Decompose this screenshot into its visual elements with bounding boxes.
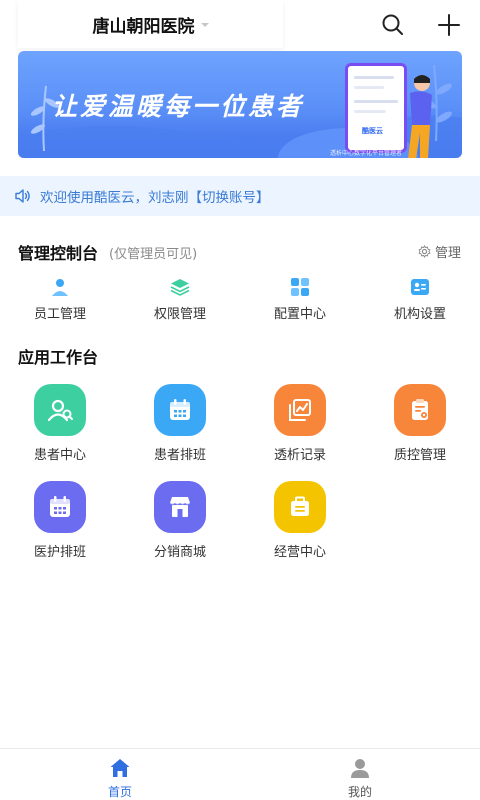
top-header: 唐山朝阳医院 <box>0 0 480 50</box>
app-icon-bg <box>274 384 326 436</box>
app-label: 分销商城 <box>153 545 206 560</box>
app-label: 透析记录 <box>273 448 326 463</box>
layers-icon <box>170 279 190 296</box>
app-icon-bg <box>34 481 86 533</box>
tab-label: 首页 <box>107 785 132 799</box>
app-icon-bg <box>154 384 206 436</box>
app-label: 质控管理 <box>393 448 446 463</box>
phone-logo: 酷医云 <box>362 127 383 135</box>
admin-item-label: 配置中心 <box>273 307 326 322</box>
admin-item-label: 员工管理 <box>33 307 86 322</box>
app-staff-schedule[interactable]: 医护排班 <box>0 481 120 560</box>
gear-icon <box>418 245 431 258</box>
app-dialysis-record[interactable]: 透析记录 <box>240 384 360 463</box>
promo-banner[interactable]: 让爱温暖每一位患者 酷医云 透析中心数字化平台管理者 <box>18 51 462 158</box>
id-card-icon <box>411 279 429 295</box>
bottom-tab-bar: 首页 我的 <box>0 748 480 800</box>
admin-item-org[interactable]: 机构设置 <box>360 277 480 322</box>
tab-label: 我的 <box>347 785 372 799</box>
tab-profile[interactable]: 我的 <box>240 749 480 800</box>
profile-icon <box>351 759 369 778</box>
app-label: 医护排班 <box>33 545 86 560</box>
app-icon-bg <box>274 481 326 533</box>
banner-slogan: 让爱温暖每一位患者 <box>52 92 305 121</box>
store-icon <box>170 497 190 517</box>
person-illustration <box>408 75 432 158</box>
calendar-icon <box>170 399 190 420</box>
calendar-icon <box>50 496 70 517</box>
plus-icon[interactable] <box>436 12 462 38</box>
admin-item-label: 机构设置 <box>393 307 446 322</box>
app-patient-schedule[interactable]: 患者排班 <box>120 384 240 463</box>
patients-icon <box>47 399 73 422</box>
app-label: 患者排班 <box>153 448 206 463</box>
manage-button[interactable]: 管理 <box>418 242 461 261</box>
chevron-down-icon <box>200 23 209 27</box>
hospital-selector[interactable]: 唐山朝阳医院 <box>18 0 283 48</box>
user-icon <box>52 279 68 296</box>
app-icon-bg <box>34 384 86 436</box>
notice-text: 欢迎使用酷医云，刘志刚【切换账号】 <box>40 190 270 206</box>
admin-item-permissions[interactable]: 权限管理 <box>120 277 240 322</box>
tab-home[interactable]: 首页 <box>0 749 240 800</box>
hospital-name: 唐山朝阳医院 <box>92 16 195 37</box>
banner-caption: 透析中心数字化平台管理者 <box>330 150 403 157</box>
admin-section-note: (仅管理员可见) <box>109 247 198 262</box>
manage-label: 管理 <box>435 246 462 261</box>
app-patient-center[interactable]: 患者中心 <box>0 384 120 463</box>
grid-icon <box>291 278 309 296</box>
app-label: 患者中心 <box>33 448 86 463</box>
admin-item-staff[interactable]: 员工管理 <box>0 277 120 322</box>
home-icon <box>110 759 130 777</box>
speaker-icon <box>15 189 30 203</box>
record-icon <box>289 399 311 421</box>
notice-bar[interactable]: 欢迎使用酷医云，刘志刚【切换账号】 <box>0 176 480 216</box>
briefcase-icon <box>291 496 309 516</box>
apps-section-title: 应用工作台 <box>18 348 99 367</box>
admin-item-config[interactable]: 配置中心 <box>240 277 360 322</box>
app-icon-bg <box>154 481 206 533</box>
search-icon[interactable] <box>380 12 406 38</box>
app-distribution-mall[interactable]: 分销商城 <box>120 481 240 560</box>
clipboard-icon <box>412 399 428 420</box>
app-icon-bg <box>394 384 446 436</box>
admin-section-title: 管理控制台 <box>18 244 99 263</box>
app-label: 经营中心 <box>273 545 326 560</box>
app-quality-control[interactable]: 质控管理 <box>360 384 480 463</box>
admin-item-label: 权限管理 <box>153 307 206 322</box>
app-business-center[interactable]: 经营中心 <box>240 481 360 560</box>
